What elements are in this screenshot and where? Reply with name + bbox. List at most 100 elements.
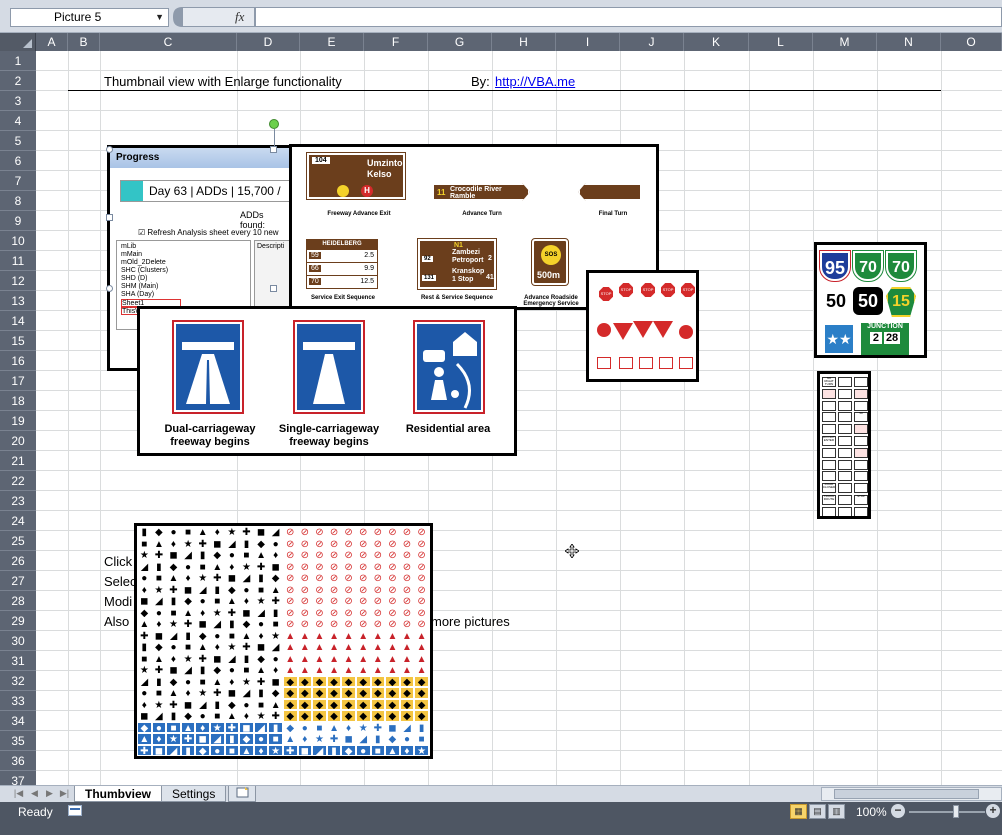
row-header-32[interactable]: 32 bbox=[0, 671, 36, 691]
row-header-25[interactable]: 25 bbox=[0, 531, 36, 551]
zoom-slider-thumb[interactable] bbox=[953, 805, 959, 818]
row-header-5[interactable]: 5 bbox=[0, 131, 36, 151]
yield-sign bbox=[653, 321, 673, 338]
name-box[interactable]: Picture 5 ▼ bbox=[10, 8, 169, 27]
column-header-n[interactable]: N bbox=[877, 33, 941, 51]
selection-handle-l[interactable] bbox=[106, 214, 113, 221]
column-header-j[interactable]: J bbox=[620, 33, 684, 51]
row-header-34[interactable]: 34 bbox=[0, 711, 36, 731]
row-header-23[interactable]: 23 bbox=[0, 491, 36, 511]
row-header-14[interactable]: 14 bbox=[0, 311, 36, 331]
first-sheet-icon[interactable]: |◀ bbox=[13, 788, 24, 799]
column-header-l[interactable]: L bbox=[749, 33, 813, 51]
row-header-9[interactable]: 9 bbox=[0, 211, 36, 231]
column-header-i[interactable]: I bbox=[556, 33, 620, 51]
row-header-6[interactable]: 6 bbox=[0, 151, 36, 171]
next-sheet-icon[interactable]: ▶ bbox=[44, 788, 55, 799]
author-link[interactable]: http://VBA.me bbox=[495, 72, 575, 92]
row-header-29[interactable]: 29 bbox=[0, 611, 36, 631]
row-header-19[interactable]: 19 bbox=[0, 411, 36, 431]
select-all-button[interactable] bbox=[0, 33, 36, 51]
column-header-e[interactable]: E bbox=[300, 33, 364, 51]
selection-handle-t[interactable] bbox=[270, 146, 277, 153]
worksheet-grid[interactable]: ABCDEFGHIJKLMNO 1 2 3 4 5 6 7 8 9 10 11 12 13 14 15 16 1… bbox=[0, 33, 1002, 785]
symbol-cell: ◆ bbox=[370, 675, 386, 687]
row-header-22[interactable]: 22 bbox=[0, 471, 36, 491]
row-header-20[interactable]: 20 bbox=[0, 431, 36, 451]
row-header-7[interactable]: 7 bbox=[0, 171, 36, 191]
column-header-c[interactable]: C bbox=[100, 33, 237, 51]
row-header-24[interactable]: 24 bbox=[0, 511, 36, 531]
selection-handle-bl[interactable] bbox=[106, 285, 113, 292]
picture-interstate-shields[interactable]: 95 70 70 50 50 15 ★★ JUNCTION 2 28 bbox=[814, 242, 927, 358]
row-header-10[interactable]: 10 bbox=[0, 231, 36, 251]
row-header-17[interactable]: 17 bbox=[0, 371, 36, 391]
row-header-1[interactable]: 1 bbox=[0, 51, 36, 71]
page-layout-view-button[interactable]: ▤ bbox=[809, 804, 826, 819]
row-header-31[interactable]: 31 bbox=[0, 651, 36, 671]
picture-stop-signs[interactable]: STOP STOP STOP STOP STOP bbox=[586, 270, 699, 382]
row-header-16[interactable]: 16 bbox=[0, 351, 36, 371]
row-header-15[interactable]: 15 bbox=[0, 331, 36, 351]
prev-sheet-icon[interactable]: ◀ bbox=[29, 788, 40, 799]
column-header-b[interactable]: B bbox=[68, 33, 100, 51]
insert-function-icon[interactable]: fx bbox=[235, 9, 244, 25]
row-header-28[interactable]: 28 bbox=[0, 591, 36, 611]
column-header-a[interactable]: A bbox=[36, 33, 68, 51]
symbol-cell: ♦ bbox=[224, 675, 240, 687]
row-header-37[interactable]: 37 bbox=[0, 771, 36, 785]
row-header-13[interactable]: 13 bbox=[0, 291, 36, 311]
symbol-cell: ▲ bbox=[370, 664, 386, 676]
zoom-slider-track[interactable] bbox=[909, 811, 985, 813]
zoom-level[interactable]: 100% bbox=[856, 805, 887, 819]
column-header-f[interactable]: F bbox=[364, 33, 428, 51]
row-header-8[interactable]: 8 bbox=[0, 191, 36, 211]
symbol-cell: ⊘ bbox=[341, 537, 356, 549]
picture-regulatory-signs[interactable]: NO RIGHT TURN 50 DO NOT ENTER ROAD CLOSED TR… bbox=[817, 371, 871, 519]
selection-handle-b[interactable] bbox=[270, 285, 277, 292]
row-header-11[interactable]: 11 bbox=[0, 251, 36, 271]
picture-symbol-grid[interactable]: ▮ ◆ ● ■ ▲ ♦ ★ ✚ ◼ ◢ ⊘ ⊘ ⊘ ⊘ ⊘ ⊘ ⊘ ⊘ ⊘ ⊘ ■ ▲ ♦ ★ ✚ ◼ ◢ ▮ ◆ ● ⊘ ⊘ ⊘ ⊘ ⊘ ⊘ ⊘ ⊘ ⊘ ⊘… bbox=[134, 523, 433, 759]
normal-view-button[interactable]: ▦ bbox=[790, 804, 807, 819]
symbol-cell: ★ bbox=[209, 606, 225, 618]
row-header-21[interactable]: 21 bbox=[0, 451, 36, 471]
rotate-handle[interactable] bbox=[269, 119, 279, 129]
row-header-26[interactable]: 26 bbox=[0, 551, 36, 571]
row-header-18[interactable]: 18 bbox=[0, 391, 36, 411]
page-break-view-button[interactable]: ▥ bbox=[828, 804, 845, 819]
column-header-h[interactable]: H bbox=[492, 33, 556, 51]
row-header-33[interactable]: 33 bbox=[0, 691, 36, 711]
horizontal-scrollbar[interactable] bbox=[821, 787, 1002, 801]
formula-input[interactable] bbox=[255, 7, 1002, 27]
column-header-o[interactable]: O bbox=[941, 33, 1002, 51]
row-header-12[interactable]: 12 bbox=[0, 271, 36, 291]
row-header-27[interactable]: 27 bbox=[0, 571, 36, 591]
column-header-m[interactable]: M bbox=[813, 33, 877, 51]
picture-freeway-signs[interactable]: Dual-carriageway freeway begins Single-c… bbox=[137, 306, 517, 456]
horizontal-scroll-thumb[interactable] bbox=[834, 789, 979, 799]
column-header-g[interactable]: G bbox=[428, 33, 492, 51]
symbol-cell: ▮ bbox=[137, 641, 152, 653]
selection-handle-tl[interactable] bbox=[106, 146, 113, 153]
tab-thumbview[interactable]: Thumbview bbox=[74, 786, 163, 802]
symbol-cell: ▮ bbox=[180, 744, 196, 756]
symbol-cell: ✚ bbox=[268, 595, 283, 607]
column-header-k[interactable]: K bbox=[684, 33, 749, 51]
insert-sheet-button[interactable] bbox=[228, 786, 256, 802]
zoom-out-button[interactable]: − bbox=[891, 804, 905, 818]
row-header-35[interactable]: 35 bbox=[0, 731, 36, 751]
symbol-cell: ▮ bbox=[414, 721, 429, 733]
formula-bar-resize-handle[interactable] bbox=[171, 7, 183, 27]
row-header-30[interactable]: 30 bbox=[0, 631, 36, 651]
tab-settings[interactable]: Settings bbox=[161, 786, 227, 802]
last-sheet-icon[interactable]: ▶| bbox=[59, 788, 70, 799]
row-header-36[interactable]: 36 bbox=[0, 751, 36, 771]
row-header-4[interactable]: 4 bbox=[0, 111, 36, 131]
chevron-down-icon[interactable]: ▼ bbox=[155, 9, 164, 26]
exit-row: 70 12.5 bbox=[307, 275, 377, 288]
macro-recording-icon[interactable] bbox=[68, 805, 82, 816]
row-header-2[interactable]: 2 bbox=[0, 71, 36, 91]
zoom-in-button[interactable]: + bbox=[986, 804, 1000, 818]
row-header-3[interactable]: 3 bbox=[0, 91, 36, 111]
column-header-d[interactable]: D bbox=[237, 33, 300, 51]
